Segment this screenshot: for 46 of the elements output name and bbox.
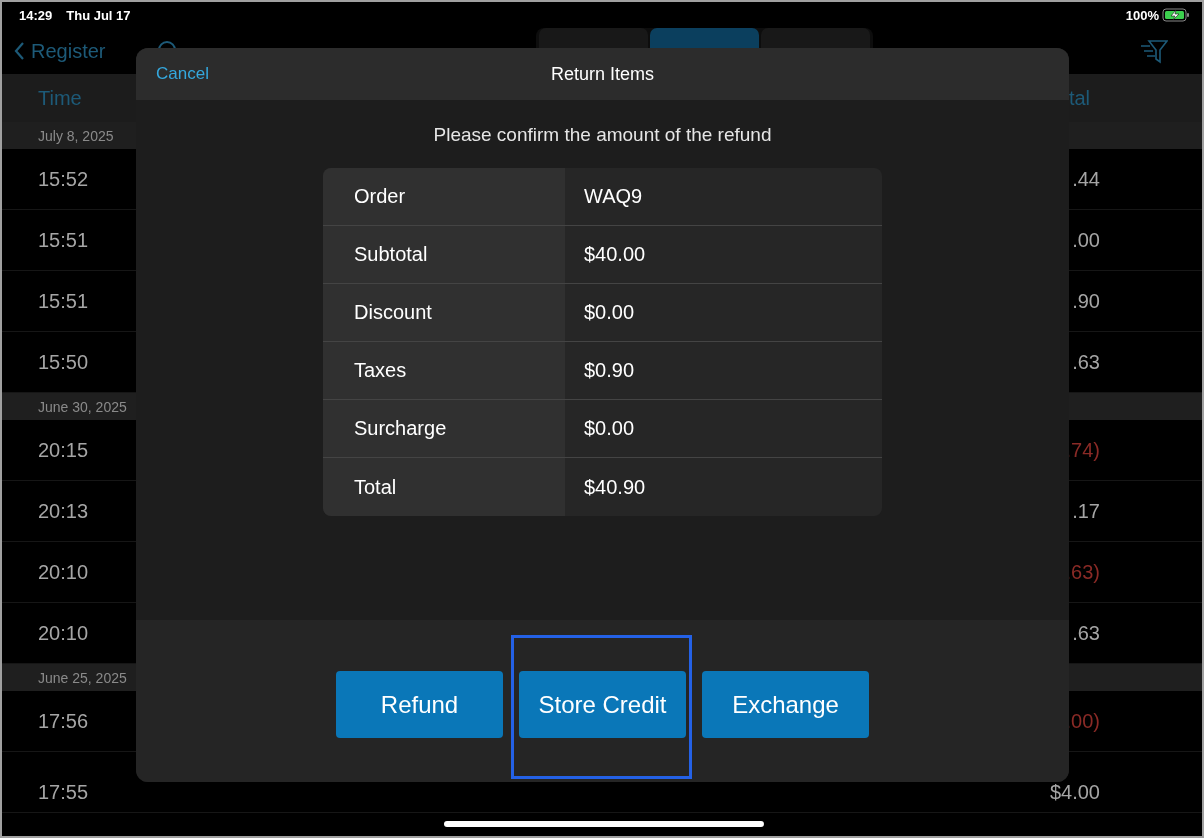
summary-value: $0.90	[583, 358, 635, 383]
time-cell: 17:56	[38, 709, 89, 733]
summary-label: Discount	[323, 284, 565, 341]
time-cell: 15:51	[38, 289, 89, 313]
time-cell: 15:50	[38, 350, 89, 374]
column-header: Time	[38, 86, 82, 110]
time-cell: 20:13	[38, 499, 89, 523]
total-cell: .63)	[1065, 560, 1100, 584]
cancel-button[interactable]: Cancel	[156, 64, 209, 84]
time-cell: 20:15	[38, 438, 89, 462]
time-cell: 20:10	[38, 621, 89, 645]
action-button[interactable]: Refund	[336, 671, 503, 738]
summary-label: Subtotal	[323, 226, 565, 283]
summary-value: $40.90	[583, 474, 646, 500]
summary-value: WAQ9	[583, 184, 643, 209]
total-cell: .74)	[1065, 438, 1100, 462]
filter-icon[interactable]	[1140, 38, 1168, 64]
confirm-prompt: Please confirm the amount of the refund	[433, 124, 772, 146]
summary-value: $40.00	[583, 242, 646, 267]
action-button[interactable]: Exchange	[702, 671, 869, 738]
total-cell: .44	[1072, 167, 1100, 191]
summary-label: Taxes	[323, 342, 565, 399]
summary-label: Total	[323, 458, 565, 516]
total-cell: .00)	[1065, 709, 1100, 733]
battery-charging-icon	[1162, 8, 1190, 22]
total-cell: .63	[1072, 621, 1100, 645]
summary-value: $0.00	[583, 300, 635, 325]
summary-label: Surcharge	[323, 400, 565, 457]
time-cell: 17:55	[38, 781, 89, 804]
modal-title: Return Items	[550, 63, 654, 85]
total-cell: .17	[1072, 499, 1100, 523]
column-header: tal	[1068, 86, 1090, 110]
time-cell: 15:52	[38, 167, 89, 191]
status-time: 14:29	[19, 7, 53, 23]
battery-percent: 100%	[1125, 7, 1159, 23]
status-date: Thu Jul 17	[66, 7, 131, 23]
total-cell: $4.00	[1049, 781, 1100, 804]
chevron-left-icon	[14, 41, 25, 61]
time-cell: 20:10	[38, 560, 89, 584]
summary-label: Order	[323, 168, 565, 225]
total-cell: .90	[1072, 289, 1100, 313]
total-cell: .00	[1072, 228, 1100, 252]
time-cell: 15:51	[38, 228, 89, 252]
action-button[interactable]: Store Credit	[519, 671, 686, 738]
back-button[interactable]: Register	[14, 39, 106, 63]
total-cell: .63	[1072, 350, 1100, 374]
